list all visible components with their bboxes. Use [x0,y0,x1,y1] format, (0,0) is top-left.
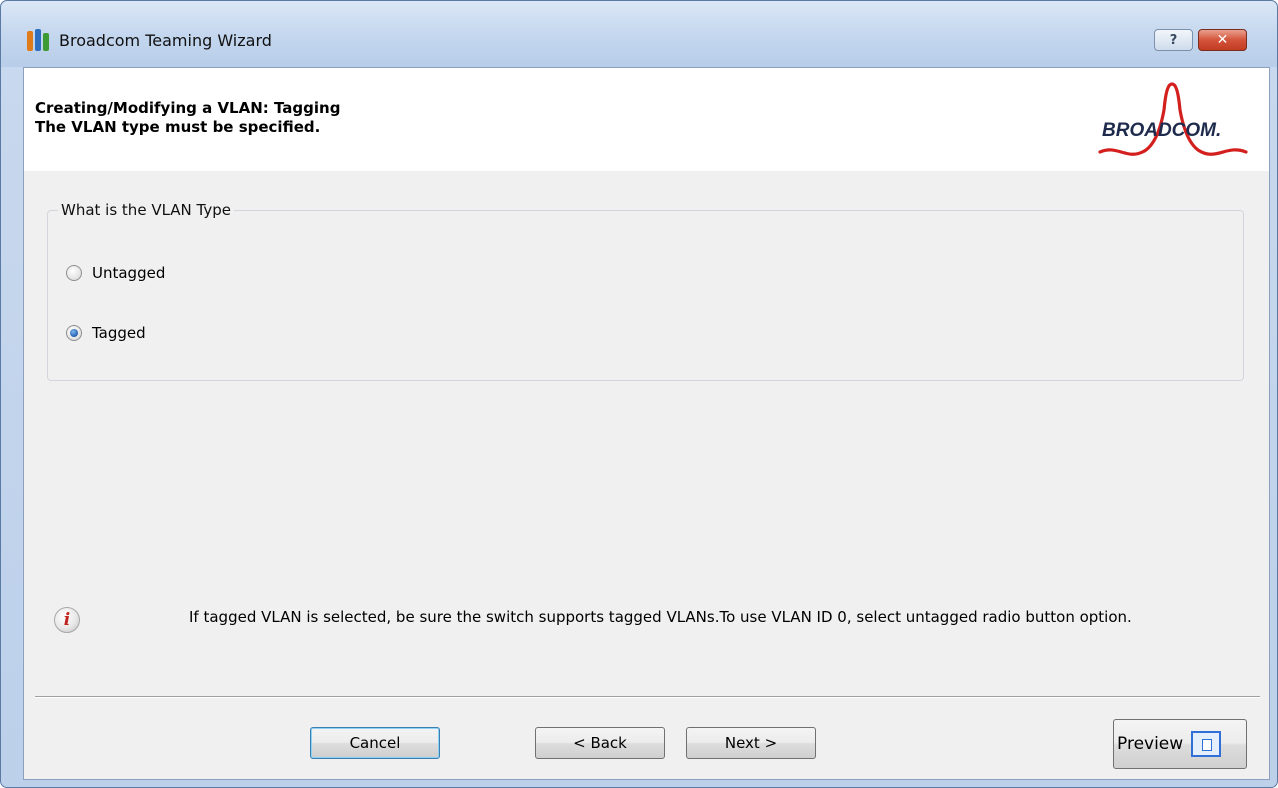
vlan-type-legend: What is the VLAN Type [58,201,234,219]
page-title: Creating/Modifying a VLAN: Tagging [35,99,341,117]
tagged-radio[interactable] [66,325,82,341]
tagged-option[interactable]: Tagged [66,324,146,342]
broadcom-logo: BROADCOM. [1098,80,1248,160]
title-bar[interactable]: Broadcom Teaming Wizard ? ✕ [1,1,1277,67]
wizard-window: Broadcom Teaming Wizard ? ✕ Creating/Mod… [0,0,1278,788]
info-icon: i [54,607,80,633]
untagged-radio[interactable] [66,265,82,281]
app-icon [27,29,51,51]
back-button[interactable]: < Back [535,727,665,759]
preview-label: Preview [1117,734,1184,754]
page-subtitle: The VLAN type must be specified. [35,118,321,136]
untagged-label: Untagged [92,264,166,282]
cancel-button[interactable]: Cancel [310,727,440,759]
close-button[interactable]: ✕ [1198,29,1247,51]
window-title: Broadcom Teaming Wizard [59,31,272,50]
untagged-option[interactable]: Untagged [66,264,165,282]
help-button[interactable]: ? [1154,29,1193,51]
footer-divider [35,696,1260,698]
info-message: If tagged VLAN is selected, be sure the … [189,608,1132,626]
header-band: Creating/Modifying a VLAN: Tagging The V… [24,68,1269,171]
wizard-content: Creating/Modifying a VLAN: Tagging The V… [23,67,1270,780]
next-button[interactable]: Next > [686,727,816,759]
vlan-type-group: What is the VLAN Type Untagged Tagged [47,201,1244,381]
preview-pane-icon [1191,731,1222,757]
preview-button[interactable]: Preview [1113,719,1247,769]
logo-wordmark: BROADCOM. [1102,120,1222,141]
tagged-label: Tagged [92,324,146,342]
